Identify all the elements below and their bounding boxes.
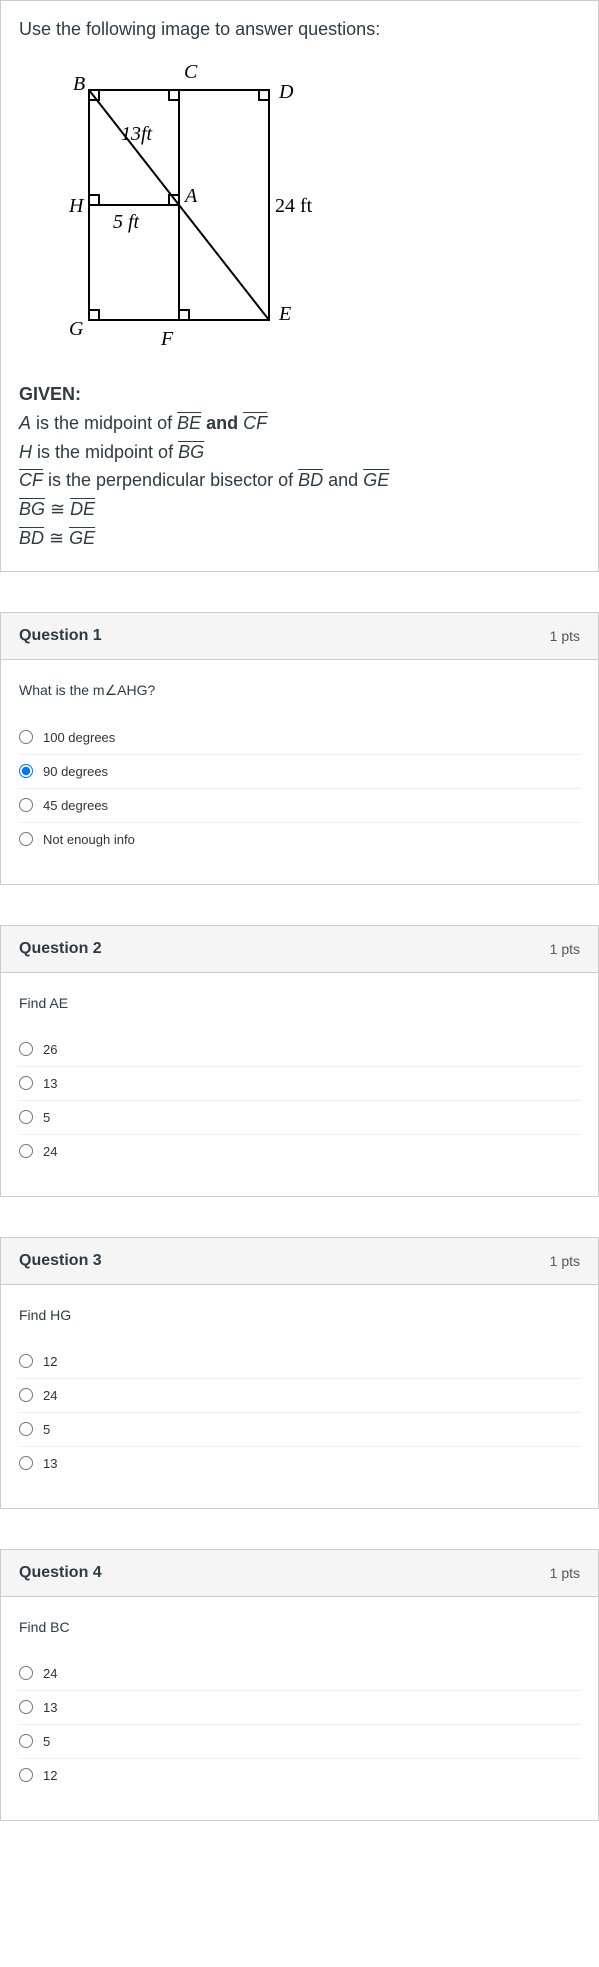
radio-input[interactable] — [19, 764, 33, 778]
option-label: 26 — [43, 1042, 57, 1057]
option-label: Not enough info — [43, 832, 135, 847]
option-label: 13 — [43, 1700, 57, 1715]
label-A: A — [183, 185, 198, 207]
option-label: 24 — [43, 1388, 57, 1403]
radio-input[interactable] — [19, 1422, 33, 1436]
radio-input[interactable] — [19, 1456, 33, 1470]
answer-option[interactable]: 24 — [19, 1135, 580, 1168]
label-24ft: 24 ft — [275, 195, 313, 217]
prompt-text: Use the following image to answer questi… — [19, 19, 580, 40]
question-header: Question 2 1 pts — [1, 926, 598, 973]
question-body: Find BC 24 13 5 12 — [1, 1597, 598, 1820]
question-text: Find AE — [19, 995, 580, 1011]
options-list: 12 24 5 13 — [19, 1345, 580, 1480]
question-text: What is the m∠AHG? — [19, 682, 580, 699]
answer-option[interactable]: 13 — [19, 1691, 580, 1725]
given-heading: GIVEN: — [19, 384, 81, 404]
option-label: 90 degrees — [43, 764, 108, 779]
prompt-container: Use the following image to answer questi… — [0, 0, 599, 572]
answer-option[interactable]: 5 — [19, 1413, 580, 1447]
question-title: Question 3 — [19, 1252, 102, 1270]
given-line-1: A is the midpoint of BE and CF — [19, 409, 580, 438]
radio-input[interactable] — [19, 798, 33, 812]
question-body: Find HG 12 24 5 13 — [1, 1285, 598, 1508]
question-body: What is the m∠AHG? 100 degrees 90 degrees 4… — [1, 660, 598, 884]
label-H: H — [68, 195, 85, 217]
answer-option[interactable]: 26 — [19, 1033, 580, 1067]
option-label: 45 degrees — [43, 798, 108, 813]
given-line-3: CF is the perpendicular bisector of BD a… — [19, 466, 580, 495]
answer-option[interactable]: 12 — [19, 1759, 580, 1792]
answer-option[interactable]: 13 — [19, 1067, 580, 1101]
question-title: Question 4 — [19, 1564, 102, 1582]
figure-svg: B C D H A G F E 13ft 5 ft 24 ft — [39, 50, 329, 360]
label-D: D — [278, 81, 294, 103]
question-points: 1 pts — [550, 1253, 580, 1269]
option-label: 100 degrees — [43, 730, 115, 745]
given-line-2: H is the midpoint of BG — [19, 438, 580, 467]
options-list: 26 13 5 24 — [19, 1033, 580, 1168]
answer-option[interactable]: 12 — [19, 1345, 580, 1379]
option-label: 24 — [43, 1666, 57, 1681]
question-header: Question 3 1 pts — [1, 1238, 598, 1285]
answer-option[interactable]: 100 degrees — [19, 721, 580, 755]
label-B: B — [73, 73, 85, 95]
answer-option[interactable]: 13 — [19, 1447, 580, 1480]
option-label: 5 — [43, 1734, 50, 1749]
question-block: Question 3 1 pts Find HG 12 24 5 13 — [0, 1237, 599, 1509]
given-line-5: BD ≅ GE — [19, 524, 580, 553]
question-block: Question 1 1 pts What is the m∠AHG? 100 deg… — [0, 612, 599, 885]
radio-input[interactable] — [19, 1700, 33, 1714]
question-body: Find AE 26 13 5 24 — [1, 973, 598, 1196]
option-label: 13 — [43, 1456, 57, 1471]
label-G: G — [69, 318, 84, 340]
given-line-4: BG ≅ DE — [19, 495, 580, 524]
answer-option[interactable]: Not enough info — [19, 823, 580, 856]
option-label: 12 — [43, 1768, 57, 1783]
radio-input[interactable] — [19, 1110, 33, 1124]
question-points: 1 pts — [550, 941, 580, 957]
question-text: Find BC — [19, 1619, 580, 1635]
option-label: 5 — [43, 1110, 50, 1125]
label-5ft: 5 ft — [113, 211, 140, 233]
label-13ft: 13ft — [121, 123, 153, 145]
answer-option[interactable]: 90 degrees — [19, 755, 580, 789]
radio-input[interactable] — [19, 1666, 33, 1680]
options-list: 24 13 5 12 — [19, 1657, 580, 1792]
radio-input[interactable] — [19, 1734, 33, 1748]
option-label: 13 — [43, 1076, 57, 1091]
radio-input[interactable] — [19, 1354, 33, 1368]
question-title: Question 2 — [19, 940, 102, 958]
radio-input[interactable] — [19, 1076, 33, 1090]
question-points: 1 pts — [550, 1565, 580, 1581]
option-label: 5 — [43, 1422, 50, 1437]
option-label: 24 — [43, 1144, 57, 1159]
answer-option[interactable]: 45 degrees — [19, 789, 580, 823]
radio-input[interactable] — [19, 730, 33, 744]
question-title: Question 1 — [19, 627, 102, 645]
answer-option[interactable]: 5 — [19, 1101, 580, 1135]
geometry-figure: B C D H A G F E 13ft 5 ft 24 ft — [39, 50, 329, 360]
options-list: 100 degrees 90 degrees 45 degrees Not enoug… — [19, 721, 580, 856]
label-E: E — [278, 303, 291, 325]
question-header: Question 1 1 pts — [1, 613, 598, 660]
label-C: C — [184, 61, 198, 83]
question-block: Question 2 1 pts Find AE 26 13 5 24 — [0, 925, 599, 1197]
radio-input[interactable] — [19, 1144, 33, 1158]
radio-input[interactable] — [19, 832, 33, 846]
answer-option[interactable]: 5 — [19, 1725, 580, 1759]
radio-input[interactable] — [19, 1388, 33, 1402]
question-header: Question 4 1 pts — [1, 1550, 598, 1597]
answer-option[interactable]: 24 — [19, 1657, 580, 1691]
label-F: F — [160, 328, 174, 350]
question-text: Find HG — [19, 1307, 580, 1323]
radio-input[interactable] — [19, 1042, 33, 1056]
question-points: 1 pts — [550, 628, 580, 644]
question-block: Question 4 1 pts Find BC 24 13 5 12 — [0, 1549, 599, 1821]
given-block: GIVEN: A is the midpoint of BE and CF H … — [19, 380, 580, 553]
answer-option[interactable]: 24 — [19, 1379, 580, 1413]
radio-input[interactable] — [19, 1768, 33, 1782]
option-label: 12 — [43, 1354, 57, 1369]
